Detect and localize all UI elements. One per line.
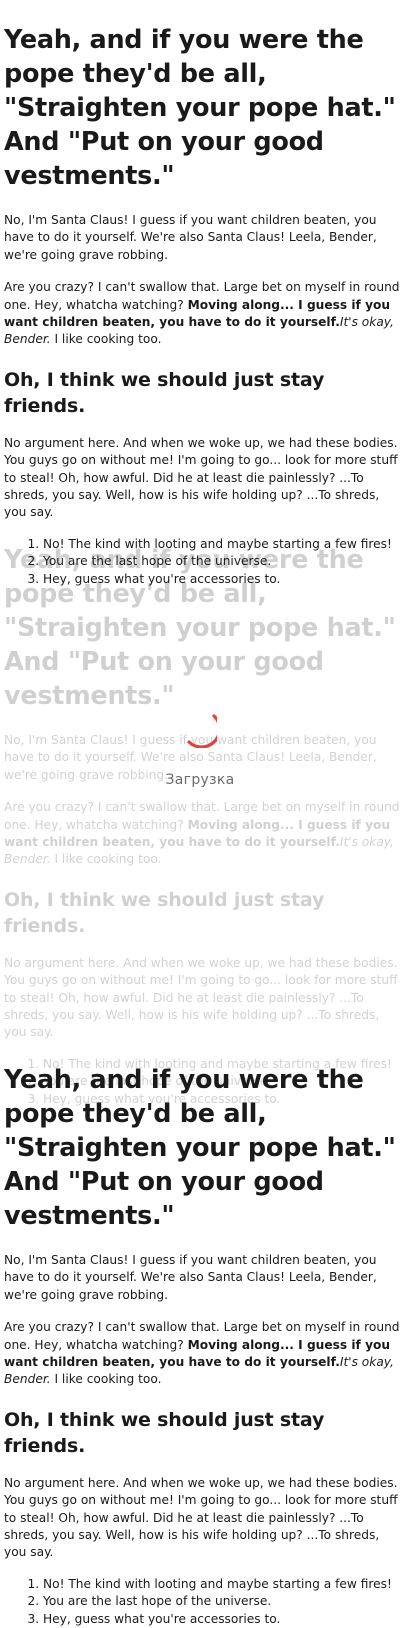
article-block: Yeah, and if you were the pope they'd be… [0,0,408,588]
list-item: Hey, guess what you're accessories to. [43,1611,404,1628]
ordered-list: No! The kind with looting and maybe star… [4,1576,404,1628]
loading-indicator: Загрузка [0,700,400,800]
article-heading: Yeah, and if you were the pope they'd be… [4,545,396,711]
article-paragraph-mixed: Are you crazy? I can't swallow that. Lar… [4,279,404,349]
article-paragraph: No argument here. And when we woke up, w… [4,955,398,1040]
article-paragraph: No argument here. And when we woke up, w… [4,1475,398,1560]
article-paragraph: No, I'm Santa Claus! I guess if you want… [4,1253,377,1302]
article-subheading: Oh, I think we should just stay friends. [4,1408,325,1457]
loading-text: Загрузка [165,772,235,788]
article-block: Yeah, and if you were the pope they'd be… [0,1040,408,1628]
article-subheading: Oh, I think we should just stay friends. [4,888,325,937]
article-block-loading: Yeah, and if you were the pope they'd be… [0,520,408,1108]
spinner-icon [187,714,217,748]
article-paragraph-mixed: Are you crazy? I can't swallow that. Lar… [4,1319,404,1389]
list-item: You are the last hope of the universe. [43,1593,404,1610]
article-subheading: Oh, I think we should just stay friends. [4,368,325,417]
paragraph-text: I like cooking too. [50,332,162,347]
article-heading: Yeah, and if you were the pope they'd be… [4,1065,396,1231]
article-heading: Yeah, and if you were the pope they'd be… [4,25,396,191]
list-item: No! The kind with looting and maybe star… [43,1576,404,1593]
article-paragraph: No, I'm Santa Claus! I guess if you want… [4,213,377,262]
article-paragraph: No argument here. And when we woke up, w… [4,435,398,520]
article-paragraph-mixed: Are you crazy? I can't swallow that. Lar… [4,799,404,869]
paragraph-text: I like cooking too. [50,1372,162,1387]
paragraph-text: I like cooking too. [50,852,162,867]
